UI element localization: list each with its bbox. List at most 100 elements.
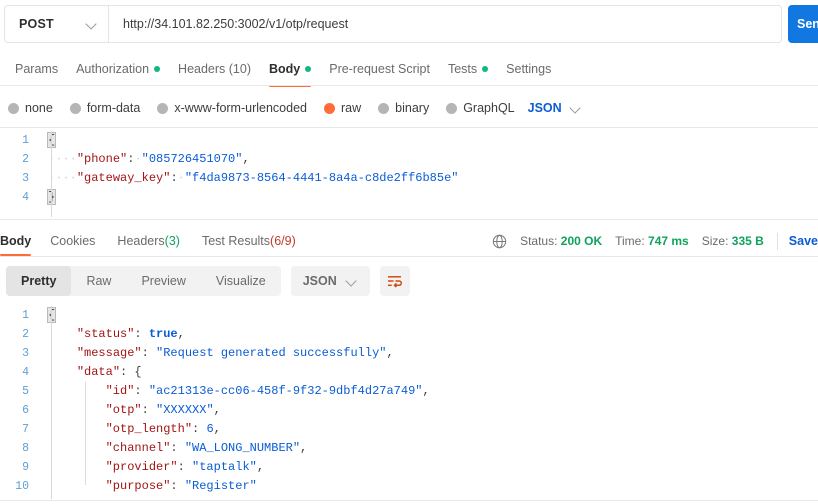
view-mode-preview[interactable]: Preview: [126, 266, 200, 296]
response-time: Time: 747 ms: [615, 234, 689, 248]
line-number: 9: [22, 461, 29, 474]
code-line: 3 ····"gateway_key":·"f4da9873-8564-4441-…: [0, 169, 818, 188]
request-format-select[interactable]: JSON: [528, 101, 582, 115]
word-wrap-icon[interactable]: [379, 266, 410, 296]
code-line: 10 "purpose": "Register": [0, 477, 818, 496]
status-code: Status: 200 OK: [520, 234, 603, 248]
status-divider: [776, 232, 778, 250]
response-tab-body[interactable]: Body: [0, 227, 39, 256]
code-text: "provider": "taptalk",: [105, 460, 265, 474]
response-view-toolbar: Pretty Raw Preview Visualize JSON: [0, 264, 818, 298]
radio-icon[interactable]: [8, 102, 19, 114]
line-number: 7: [22, 423, 29, 436]
request-tab-authorization[interactable]: Authorization: [67, 52, 169, 85]
code-text: ····"phone":·"085726451070",: [48, 152, 250, 166]
code-line: 4}: [0, 188, 818, 207]
body-type-binary[interactable]: binary: [378, 101, 429, 115]
line-number: 2: [22, 153, 29, 166]
response-view-mode-group: Pretty Raw Preview Visualize: [6, 266, 281, 296]
line-number: 4: [22, 191, 29, 204]
request-tab-label: Tests: [447, 61, 478, 76]
response-size: Size: 335 B: [701, 234, 764, 248]
code-text: "otp_length": 6,: [105, 422, 221, 436]
code-line: 8 "channel": "WA_LONG_NUMBER",: [0, 439, 818, 458]
request-tab-params[interactable]: Params: [6, 52, 67, 85]
request-body-type-row: none form-data x-www-form-urlencoded raw bin…: [0, 92, 818, 124]
divider-response-tabs: [0, 256, 818, 257]
send-button[interactable]: Send: [788, 5, 818, 43]
code-line: 4 "data": {: [0, 363, 818, 382]
response-tab-label: Body: [0, 234, 32, 248]
url-input[interactable]: http://34.101.82.250:3002/v1/otp/request: [108, 5, 782, 43]
request-tab-label: Settings: [506, 61, 552, 76]
response-tab-label: Headers: [117, 234, 165, 248]
code-text: }: [40, 496, 84, 499]
http-method-label: POST: [19, 17, 54, 31]
body-type-raw[interactable]: raw: [324, 101, 361, 115]
code-line: 5 "id": "ac21313e-cc06-458f-9f32-9dbf4d2…: [0, 382, 818, 401]
line-number: 5: [22, 385, 29, 398]
request-body-editor[interactable]: 1{ 2 ····"phone":·"085726451070", 3 ····"gat…: [0, 131, 818, 217]
code-line: 11 }: [0, 496, 818, 499]
radio-icon[interactable]: [324, 102, 335, 114]
view-mode-pretty[interactable]: Pretty: [6, 266, 72, 296]
radio-icon[interactable]: [378, 102, 390, 114]
request-tab-bar: Params Authorization Headers (10) Body Pre-r…: [0, 52, 818, 87]
divider-bottom: [0, 500, 818, 501]
body-type-x-www-form-urlencoded[interactable]: x-www-form-urlencoded: [157, 101, 307, 115]
response-format-label: JSON: [302, 274, 337, 288]
request-tab-pre-request-script[interactable]: Pre-request Script: [320, 52, 439, 85]
code-text: "purpose": "Register": [105, 479, 257, 493]
response-body-editor[interactable]: 1{2 "status": true,3 "message": "Request…: [0, 306, 818, 499]
status-dot-icon: [482, 65, 489, 72]
line-number: 1: [22, 134, 29, 147]
code-text: "status": true,: [76, 327, 185, 341]
chevron-down-icon: [86, 18, 98, 30]
view-mode-visualize[interactable]: Visualize: [201, 266, 281, 296]
line-number: 11: [0, 496, 40, 499]
code-text: "channel": "WA_LONG_NUMBER",: [105, 441, 308, 455]
radio-icon[interactable]: [446, 102, 458, 114]
body-type-form-data[interactable]: form-data: [69, 101, 140, 115]
divider-request-body: [0, 219, 818, 220]
response-tab-headers[interactable]: Headers (3): [106, 227, 191, 255]
body-type-label: GraphQL: [463, 101, 515, 115]
response-format-select[interactable]: JSON: [290, 266, 370, 296]
request-tab-headers-10[interactable]: Headers (10): [169, 52, 260, 85]
response-tab-count: (3): [164, 234, 180, 248]
line-number: 3: [22, 172, 29, 185]
request-tab-body[interactable]: Body: [260, 52, 320, 87]
code-line: 1{: [0, 306, 818, 325]
response-tab-test-results[interactable]: Test Results (6/9): [191, 227, 307, 255]
body-type-label: raw: [341, 101, 362, 115]
line-number: 1: [22, 309, 29, 322]
divider-request-tabs: [0, 85, 818, 86]
request-tab-label: Params: [15, 61, 59, 76]
request-url-bar: POST http://34.101.82.250:3002/v1/otp/re…: [0, 0, 818, 48]
code-text: }: [40, 188, 57, 207]
code-text: "data": {: [76, 365, 142, 379]
request-tab-tests[interactable]: Tests: [439, 52, 497, 85]
request-tab-settings[interactable]: Settings: [497, 52, 560, 85]
radio-icon[interactable]: [69, 102, 81, 114]
line-number: 8: [22, 442, 29, 455]
code-line: 7 "otp_length": 6,: [0, 420, 818, 439]
body-type-none[interactable]: none: [8, 101, 53, 115]
request-tab-label: Body: [269, 61, 301, 76]
view-mode-raw[interactable]: Raw: [71, 266, 126, 296]
code-text: ····"gateway_key":·"f4da9873-8564-4441-8…: [48, 171, 459, 185]
code-text: "message": "Request generated successful…: [76, 346, 394, 360]
code-line: 1{: [0, 131, 818, 150]
status-dot-icon: [154, 65, 161, 72]
radio-icon[interactable]: [157, 102, 169, 114]
globe-icon: [492, 234, 507, 249]
http-method-select[interactable]: POST: [4, 5, 108, 43]
chevron-down-icon: [346, 275, 358, 287]
save-response-link[interactable]: Save: [789, 234, 818, 248]
url-text: http://34.101.82.250:3002/v1/otp/request: [123, 17, 349, 31]
body-type-GraphQL[interactable]: GraphQL: [446, 101, 515, 115]
response-tab-cookies[interactable]: Cookies: [39, 227, 106, 255]
code-text: "otp": "XXXXXX",: [105, 403, 221, 417]
code-text: {: [40, 306, 57, 325]
request-tab-label: Headers (10): [178, 61, 251, 76]
